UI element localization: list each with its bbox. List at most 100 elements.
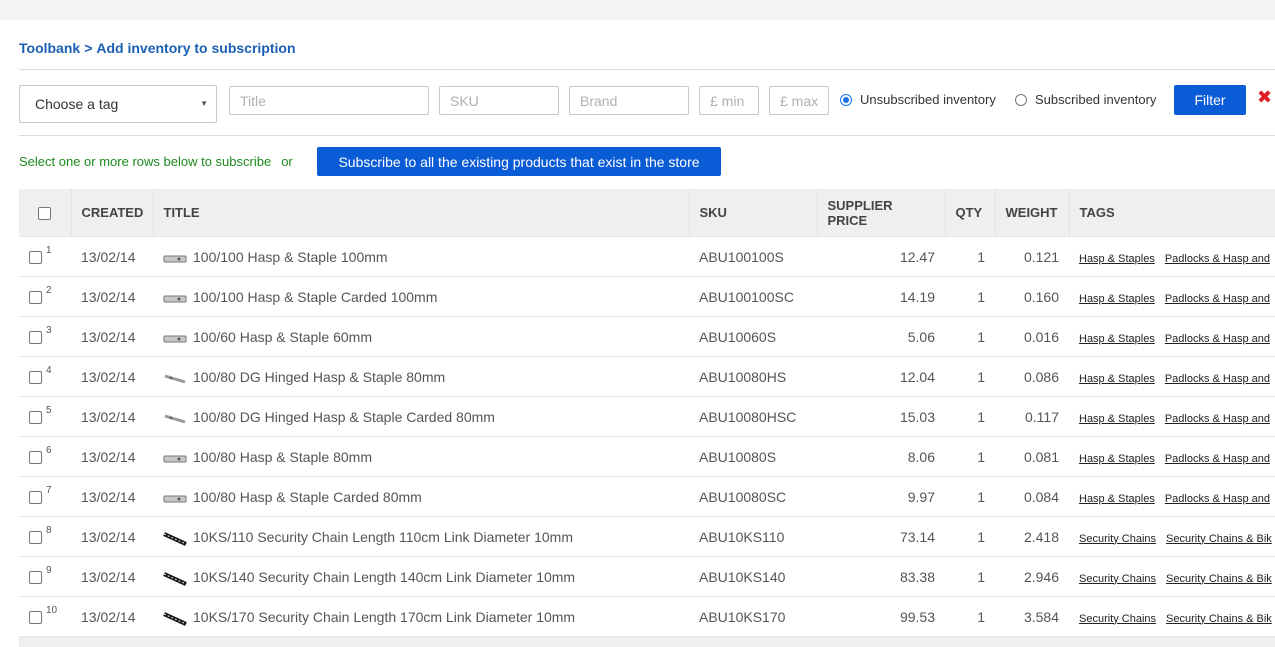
product-thumbnail-icon bbox=[163, 252, 187, 264]
tag-link[interactable]: Hasp & Staples bbox=[1079, 253, 1155, 265]
price-min-input[interactable] bbox=[699, 86, 759, 115]
table-row[interactable]: 2 13/02/14 100/100 Hasp & Staple Carded … bbox=[19, 276, 1275, 317]
brand-input[interactable] bbox=[569, 86, 689, 115]
sku-cell: ABU10KS140 bbox=[689, 556, 817, 597]
tag-link[interactable]: Padlocks & Hasp and bbox=[1165, 333, 1270, 345]
subscribe-hint: Select one or more rows below to subscri… bbox=[19, 154, 293, 169]
title-cell: 100/80 DG Hinged Hasp & Staple 80mm bbox=[153, 356, 689, 397]
table-row[interactable]: 4 13/02/14 100/80 DG Hinged Hasp & Stapl… bbox=[19, 356, 1275, 397]
header-title[interactable]: TITLE bbox=[152, 189, 689, 237]
table-row[interactable]: 9 13/02/14 10KS/140 Security Chain Lengt… bbox=[19, 556, 1275, 597]
tag-link[interactable]: Padlocks & Hasp and bbox=[1165, 493, 1270, 505]
weight-cell: 0.086 bbox=[995, 356, 1069, 397]
header-created[interactable]: CREATED bbox=[70, 189, 153, 237]
row-checkbox[interactable] bbox=[29, 291, 42, 305]
row-select-cell: 5 bbox=[19, 396, 71, 437]
tag-link[interactable]: Padlocks & Hasp and bbox=[1165, 373, 1270, 385]
tag-link[interactable]: Security Chains & Bik bbox=[1166, 613, 1272, 625]
product-title: 10KS/170 Security Chain Length 170cm Lin… bbox=[193, 608, 576, 625]
tag-link[interactable]: Padlocks & Hasp and bbox=[1165, 413, 1270, 425]
row-checkbox[interactable] bbox=[29, 491, 42, 505]
tag-link[interactable]: Hasp & Staples bbox=[1079, 413, 1155, 425]
radio-subscribed-label: Subscribed inventory bbox=[1035, 92, 1157, 107]
breadcrumb-parent-link[interactable]: Toolbank bbox=[19, 40, 80, 56]
row-index: 8 bbox=[46, 524, 52, 536]
tag-link[interactable]: Padlocks & Hasp and bbox=[1165, 253, 1270, 265]
radio-selected-icon[interactable] bbox=[840, 93, 852, 106]
row-checkbox[interactable] bbox=[29, 571, 42, 585]
row-checkbox[interactable] bbox=[29, 251, 42, 265]
product-thumbnail-icon bbox=[163, 492, 187, 504]
filter-bar: Choose a tag ▼ Unsubscribed inventory Su… bbox=[19, 85, 1275, 125]
row-checkbox[interactable] bbox=[29, 451, 42, 465]
tag-link[interactable]: Hasp & Staples bbox=[1079, 333, 1155, 345]
product-title: 100/100 Hasp & Staple Carded 100mm bbox=[193, 288, 438, 305]
tag-link[interactable]: Hasp & Staples bbox=[1079, 493, 1155, 505]
row-checkbox[interactable] bbox=[29, 371, 42, 385]
row-checkbox[interactable] bbox=[29, 411, 42, 425]
table-row[interactable]: 8 13/02/14 10KS/110 Security Chain Lengt… bbox=[19, 516, 1275, 557]
table-row[interactable]: 7 13/02/14 100/80 Hasp & Staple Carded 8… bbox=[19, 476, 1275, 517]
tag-link[interactable]: Padlocks & Hasp and bbox=[1165, 453, 1270, 465]
header-supplier-price[interactable]: SUPPLIER PRICE bbox=[816, 189, 945, 237]
created-cell: 13/02/14 bbox=[71, 396, 153, 437]
tag-link[interactable]: Security Chains bbox=[1079, 613, 1156, 625]
radio-subscribed[interactable]: Subscribed inventory bbox=[1015, 92, 1156, 107]
row-select-cell: 1 bbox=[19, 236, 71, 277]
product-thumbnail-icon bbox=[163, 571, 187, 586]
qty-cell: 1 bbox=[945, 396, 995, 437]
price-cell: 14.19 bbox=[817, 276, 945, 317]
table-row[interactable]: 1 13/02/14 100/100 Hasp & Staple 100mm A… bbox=[19, 236, 1275, 277]
tag-link[interactable]: Security Chains & Bik bbox=[1166, 573, 1272, 585]
tag-link[interactable]: Security Chains & Bik bbox=[1166, 533, 1272, 545]
tag-link[interactable]: Hasp & Staples bbox=[1079, 453, 1155, 465]
table-row[interactable]: 3 13/02/14 100/60 Hasp & Staple 60mm ABU… bbox=[19, 316, 1275, 357]
clear-filters-icon[interactable]: ✖ bbox=[1257, 87, 1272, 108]
row-checkbox[interactable] bbox=[29, 531, 42, 545]
header-sku[interactable]: SKU bbox=[688, 189, 817, 237]
sku-cell: ABU10080HSC bbox=[689, 396, 817, 437]
row-index: 1 bbox=[46, 244, 52, 256]
header-tags[interactable]: TAGS bbox=[1068, 189, 1275, 237]
header-qty[interactable]: QTY bbox=[944, 189, 995, 237]
product-title: 10KS/110 Security Chain Length 110cm Lin… bbox=[193, 528, 574, 545]
subscribe-all-button[interactable]: Subscribe to all the existing products t… bbox=[317, 147, 721, 176]
breadcrumb-separator: > bbox=[84, 40, 93, 56]
tag-link[interactable]: Security Chains bbox=[1079, 573, 1156, 585]
header-weight[interactable]: WEIGHT bbox=[994, 189, 1069, 237]
product-thumbnail-icon bbox=[163, 611, 187, 626]
product-thumbnail-icon bbox=[163, 452, 187, 464]
title-input[interactable] bbox=[229, 86, 429, 115]
tag-link[interactable]: Hasp & Staples bbox=[1079, 293, 1155, 305]
price-cell: 15.03 bbox=[817, 396, 945, 437]
tag-select[interactable]: Choose a tag ▼ bbox=[19, 85, 217, 123]
row-checkbox[interactable] bbox=[29, 331, 42, 345]
product-title: 100/80 Hasp & Staple Carded 80mm bbox=[193, 488, 422, 505]
tags-cell: Hasp & Staples Padlocks & Hasp and bbox=[1069, 476, 1275, 517]
table-row[interactable]: 10 13/02/14 10KS/170 Security Chain Leng… bbox=[19, 596, 1275, 637]
filter-button[interactable]: Filter bbox=[1174, 85, 1246, 115]
sku-input[interactable] bbox=[439, 86, 559, 115]
radio-unselected-icon[interactable] bbox=[1015, 93, 1027, 106]
divider bbox=[19, 135, 1275, 136]
tag-link[interactable]: Security Chains bbox=[1079, 533, 1156, 545]
table-row[interactable]: 5 13/02/14 100/80 DG Hinged Hasp & Stapl… bbox=[19, 396, 1275, 437]
select-all-checkbox[interactable] bbox=[38, 207, 52, 221]
tag-link[interactable]: Padlocks & Hasp and bbox=[1165, 293, 1270, 305]
row-checkbox[interactable] bbox=[29, 611, 42, 625]
price-max-input[interactable] bbox=[769, 86, 829, 115]
qty-cell: 1 bbox=[945, 236, 995, 277]
sku-cell: ABU10080S bbox=[689, 436, 817, 477]
radio-unsubscribed[interactable]: Unsubscribed inventory bbox=[840, 92, 996, 107]
hint-text: Select one or more rows below to subscri… bbox=[19, 154, 272, 169]
weight-cell: 2.418 bbox=[995, 516, 1069, 557]
divider bbox=[19, 69, 1275, 70]
tag-link[interactable]: Hasp & Staples bbox=[1079, 373, 1155, 385]
weight-cell: 0.160 bbox=[995, 276, 1069, 317]
price-cell: 12.47 bbox=[817, 236, 945, 277]
title-cell: 10KS/140 Security Chain Length 140cm Lin… bbox=[153, 556, 689, 597]
created-cell: 13/02/14 bbox=[71, 436, 153, 477]
table-row[interactable]: 6 13/02/14 100/80 Hasp & Staple 80mm ABU… bbox=[19, 436, 1275, 477]
price-cell: 73.14 bbox=[817, 516, 945, 557]
weight-cell: 0.016 bbox=[995, 316, 1069, 357]
